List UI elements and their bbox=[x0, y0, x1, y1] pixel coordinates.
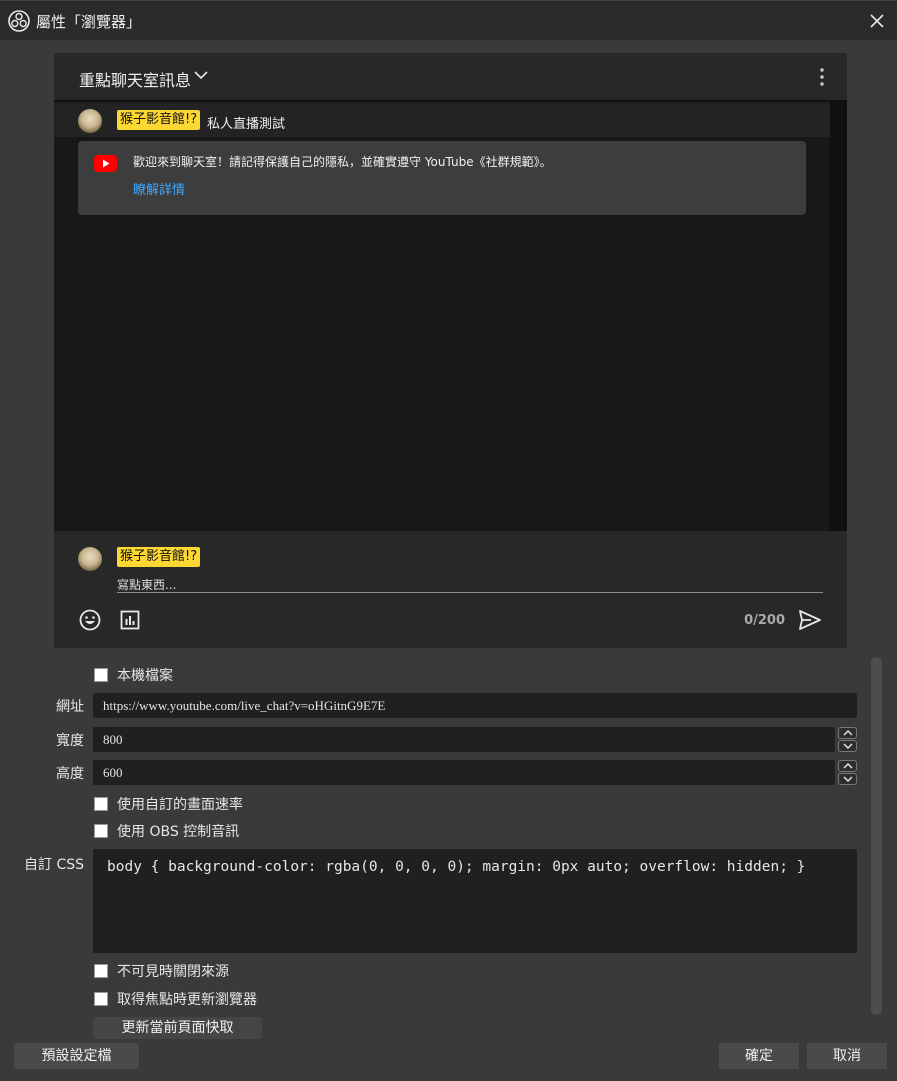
shutdown-when-hidden-checkbox[interactable]: 不可見時關閉來源 bbox=[94, 961, 229, 981]
author-badge: 猴子影音館!? bbox=[117, 110, 201, 130]
close-button[interactable] bbox=[857, 1, 897, 41]
obs-logo-icon bbox=[8, 10, 30, 32]
title-bar: 屬性「瀏覽器」 bbox=[0, 0, 897, 40]
spin-up-button[interactable] bbox=[838, 727, 857, 739]
bar-chart-icon[interactable] bbox=[118, 608, 142, 632]
chat-composer: 猴子影音館!? 寫點東西... 0/200 bbox=[54, 531, 847, 648]
ok-button[interactable]: 確定 bbox=[719, 1043, 799, 1069]
local-file-checkbox[interactable]: 本機檔案 bbox=[94, 665, 173, 685]
refresh-cache-button[interactable]: 更新當前頁面快取 bbox=[93, 1017, 262, 1039]
close-icon bbox=[870, 14, 884, 28]
custom-fps-checkbox[interactable]: 使用自訂的畫面速率 bbox=[94, 794, 243, 814]
height-label: 高度 bbox=[56, 766, 84, 782]
chevron-up-icon bbox=[843, 730, 852, 736]
spin-down-button[interactable] bbox=[838, 740, 857, 752]
spin-down-button[interactable] bbox=[838, 773, 857, 785]
checkbox-box[interactable] bbox=[94, 797, 108, 811]
send-icon[interactable] bbox=[797, 607, 823, 633]
chevron-down-icon bbox=[843, 776, 852, 782]
width-stepper[interactable] bbox=[838, 727, 857, 752]
more-vert-icon[interactable] bbox=[817, 67, 827, 87]
url-input[interactable]: https://www.youtube.com/live_chat?v=oHGi… bbox=[93, 693, 857, 718]
checkbox-label: 本機檔案 bbox=[117, 668, 173, 684]
chevron-down-icon bbox=[843, 743, 852, 749]
spin-up-button[interactable] bbox=[838, 760, 857, 772]
chat-header: 重點聊天室訊息 bbox=[54, 53, 847, 101]
form-scrollbar[interactable] bbox=[871, 657, 882, 1015]
properties-form: 本機檔案 網址 https://www.youtube.com/live_cha… bbox=[0, 650, 897, 1040]
obs-audio-checkbox[interactable]: 使用 OBS 控制音訊 bbox=[94, 821, 239, 841]
width-input[interactable]: 800 bbox=[93, 727, 835, 752]
learn-more-link[interactable]: 瞭解詳情 bbox=[133, 179, 185, 198]
emoji-icon[interactable] bbox=[78, 608, 102, 632]
checkbox-box[interactable] bbox=[94, 964, 108, 978]
author-badge: 猴子影音館!? bbox=[117, 547, 201, 567]
chat-scrollbar[interactable] bbox=[830, 101, 847, 531]
youtube-icon bbox=[94, 155, 117, 172]
avatar bbox=[78, 109, 102, 133]
pinned-text: 私人直播測試 bbox=[207, 117, 286, 132]
live-chat-frame: 重點聊天室訊息 猴子影音館!? 私人直播測試 歡迎來到聊天室！請記得保護自己的隱… bbox=[54, 53, 847, 648]
height-stepper[interactable] bbox=[838, 760, 857, 785]
refresh-on-active-checkbox[interactable]: 取得焦點時更新瀏覽器 bbox=[94, 989, 257, 1009]
avatar bbox=[78, 547, 102, 571]
chevron-up-icon bbox=[843, 763, 852, 769]
welcome-text: 歡迎來到聊天室！請記得保護自己的隱私，並確實遵守 YouTube《社群規範》。 bbox=[133, 155, 552, 169]
url-label: 網址 bbox=[56, 699, 84, 715]
custom-css-label: 自訂 CSS bbox=[24, 857, 84, 873]
checkbox-box[interactable] bbox=[94, 668, 108, 682]
chevron-down-icon[interactable] bbox=[194, 71, 208, 80]
custom-css-textarea[interactable]: body { background-color: rgba(0, 0, 0, 0… bbox=[93, 849, 857, 953]
char-counter: 0/200 bbox=[744, 613, 785, 628]
height-input[interactable]: 600 bbox=[93, 760, 835, 785]
checkbox-label: 取得焦點時更新瀏覽器 bbox=[117, 992, 257, 1008]
chat-input[interactable]: 寫點東西... bbox=[117, 576, 176, 593]
browser-preview: 重點聊天室訊息 猴子影音館!? 私人直播測試 歡迎來到聊天室！請記得保護自己的隱… bbox=[14, 53, 887, 648]
cancel-button[interactable]: 取消 bbox=[807, 1043, 887, 1069]
checkbox-label: 使用自訂的畫面速率 bbox=[117, 797, 243, 813]
checkbox-box[interactable] bbox=[94, 992, 108, 1006]
width-label: 寬度 bbox=[56, 733, 84, 749]
welcome-banner: 歡迎來到聊天室！請記得保護自己的隱私，並確實遵守 YouTube《社群規範》。 … bbox=[78, 141, 806, 215]
checkbox-box[interactable] bbox=[94, 824, 108, 838]
pinned-message: 猴子影音館!? 私人直播測試 bbox=[54, 103, 830, 137]
checkbox-label: 使用 OBS 控制音訊 bbox=[117, 824, 240, 840]
window-title: 屬性「瀏覽器」 bbox=[36, 13, 142, 31]
chat-mode-title[interactable]: 重點聊天室訊息 bbox=[79, 67, 191, 91]
defaults-button[interactable]: 預設設定檔 bbox=[14, 1043, 139, 1069]
checkbox-label: 不可見時關閉來源 bbox=[117, 964, 229, 980]
input-underline bbox=[117, 592, 823, 593]
